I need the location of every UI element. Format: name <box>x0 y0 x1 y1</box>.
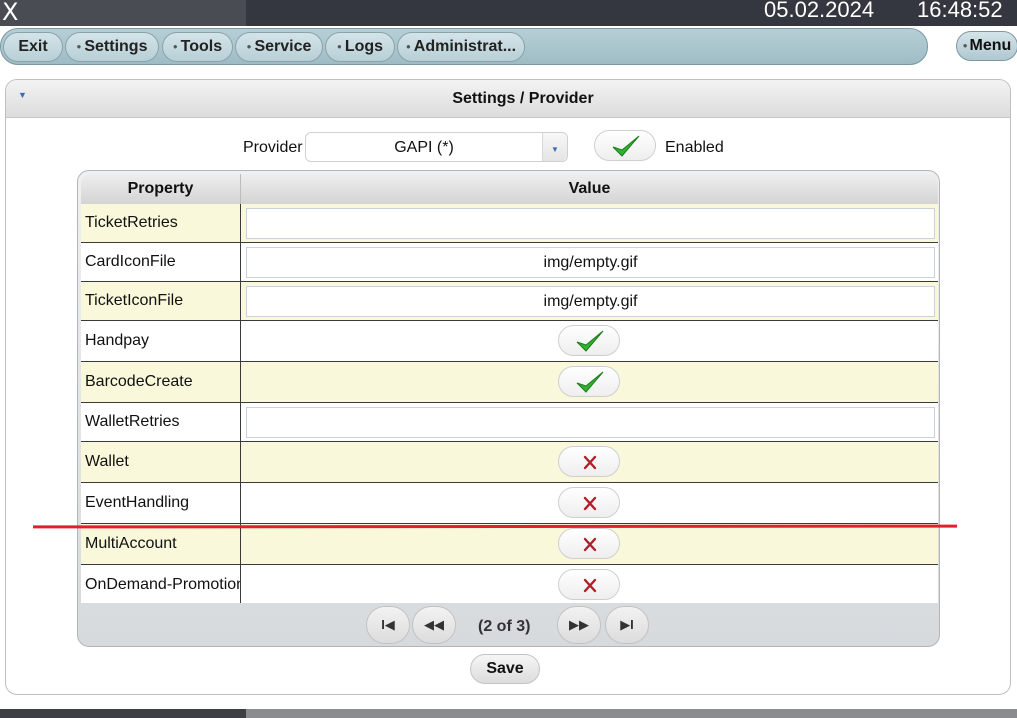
dropdown-dot-icon: ● <box>76 42 82 51</box>
property-name: MultiAccount <box>81 524 241 564</box>
property-name: OnDemand-Promotion <box>81 565 241 603</box>
grid-rows: TicketRetries CardIconFile img/empty.gif Ti… <box>81 204 938 603</box>
close-icon[interactable]: X <box>2 0 18 26</box>
table-row: MultiAccount <box>81 524 938 565</box>
table-row: OnDemand-Promotion <box>81 565 938 603</box>
property-value-input[interactable] <box>246 407 935 438</box>
pager-prev-button[interactable]: ◀◀ <box>412 606 456 644</box>
column-header-value[interactable]: Value <box>241 174 938 204</box>
nav-exit-button[interactable]: Exit <box>3 32 63 62</box>
dropdown-dot-icon: ● <box>172 42 178 51</box>
property-value-input[interactable] <box>246 208 935 239</box>
value-cell <box>241 403 938 441</box>
cross-icon <box>583 537 597 552</box>
table-row: WalletRetries <box>81 403 938 442</box>
property-grid: Property Value TicketRetries CardIconFile… <box>77 170 940 647</box>
menu-button[interactable]: ● Menu <box>956 31 1017 61</box>
select-arrow[interactable]: ▼ <box>542 133 567 161</box>
date-display: 05.02.2024 <box>764 0 875 22</box>
check-icon <box>612 135 640 157</box>
value-cell <box>241 565 938 603</box>
grid-header: Property Value <box>81 174 938 204</box>
table-row: Wallet <box>81 442 938 483</box>
property-name: CardIconFile <box>81 243 241 281</box>
check-icon <box>576 371 604 393</box>
nav-administration-button[interactable]: ● Administrat... <box>397 32 525 62</box>
property-name: Wallet <box>81 442 241 482</box>
value-cell <box>241 524 938 564</box>
value-cell: img/empty.gif <box>241 282 938 320</box>
cross-icon <box>583 578 597 593</box>
property-toggle-on[interactable] <box>558 366 620 397</box>
pager-next-button[interactable]: ▶▶ <box>557 606 601 644</box>
property-name: WalletRetries <box>81 403 241 441</box>
property-toggle-off[interactable] <box>558 569 620 600</box>
property-value-input[interactable]: img/empty.gif <box>246 286 935 317</box>
dropdown-dot-icon: ● <box>336 42 342 51</box>
property-name: TicketIconFile <box>81 282 241 320</box>
save-button[interactable]: Save <box>470 654 540 684</box>
property-toggle-off[interactable] <box>558 528 620 559</box>
panel-header: ▼ Settings / Provider <box>6 80 1010 118</box>
provider-enabled-toggle[interactable] <box>594 130 656 161</box>
cross-icon <box>583 496 597 511</box>
pager-first-button[interactable]: I◀ <box>366 606 410 644</box>
table-row: Handpay <box>81 321 938 362</box>
property-toggle-off[interactable] <box>558 446 620 477</box>
check-icon <box>576 330 604 352</box>
property-name: BarcodeCreate <box>81 362 241 402</box>
value-cell <box>241 483 938 523</box>
chevron-down-icon: ▼ <box>551 145 559 154</box>
pager-status: (2 of 3) <box>478 618 531 635</box>
main-nav: Exit ● Settings ● Tools ● Service ● Logs ● Ad… <box>0 28 928 65</box>
nav-service-button[interactable]: ● Service <box>235 32 323 62</box>
provider-label: Provider <box>243 139 303 156</box>
table-row: TicketIconFile img/empty.gif <box>81 282 938 321</box>
property-name: EventHandling <box>81 483 241 523</box>
time-display: 16:48:52 <box>917 0 1003 22</box>
value-cell <box>241 204 938 242</box>
value-cell: img/empty.gif <box>241 243 938 281</box>
top-bar: X 05.02.2024 16:48:52 <box>0 0 1017 26</box>
table-row: TicketRetries <box>81 204 938 243</box>
provider-select-value: GAPI (*) <box>394 139 454 156</box>
pager-last-button[interactable]: ▶I <box>605 606 649 644</box>
property-toggle-off[interactable] <box>558 487 620 518</box>
property-name: TicketRetries <box>81 204 241 242</box>
top-bar-left-segment <box>0 0 246 26</box>
dropdown-dot-icon: ● <box>405 42 411 51</box>
enabled-label: Enabled <box>665 139 724 156</box>
property-name: Handpay <box>81 321 241 361</box>
nav-logs-button[interactable]: ● Logs <box>325 32 395 62</box>
provider-select[interactable]: GAPI (*) ▼ <box>305 132 568 162</box>
bottom-bar <box>0 709 1017 718</box>
property-toggle-on[interactable] <box>558 325 620 356</box>
value-cell <box>241 321 938 361</box>
table-row: BarcodeCreate <box>81 362 938 403</box>
value-cell <box>241 362 938 402</box>
property-value-input[interactable]: img/empty.gif <box>246 247 935 278</box>
panel-title: Settings / Provider <box>452 90 594 107</box>
value-cell <box>241 442 938 482</box>
cross-icon <box>583 455 597 470</box>
column-header-property[interactable]: Property <box>81 174 241 204</box>
dropdown-dot-icon: ● <box>246 42 252 51</box>
table-row: EventHandling <box>81 483 938 524</box>
nav-tools-button[interactable]: ● Tools <box>162 32 233 62</box>
nav-settings-button[interactable]: ● Settings <box>65 32 159 62</box>
table-row: CardIconFile img/empty.gif <box>81 243 938 282</box>
dropdown-dot-icon: ● <box>962 41 968 50</box>
